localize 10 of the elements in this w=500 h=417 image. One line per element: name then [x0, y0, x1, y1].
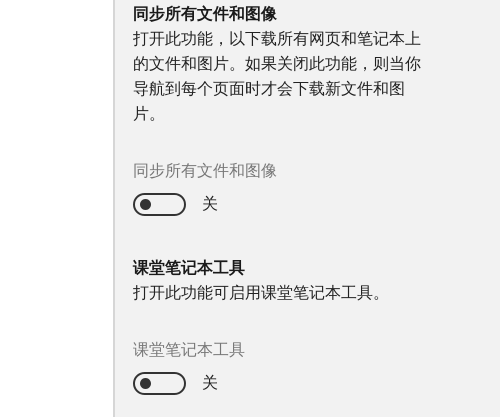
section-title: 课堂笔记本工具	[133, 257, 246, 279]
section-title: 同步所有文件和图像	[133, 3, 278, 25]
section-description: 打开此功能，以下载所有网页和笔记本上的文件和图片。如果关闭此功能，则当你导航到每个页面时才会下载新文件和图片。	[133, 28, 422, 125]
toggle-switch[interactable]	[133, 372, 186, 395]
toggle-switch[interactable]	[133, 193, 186, 216]
toggle-label: 课堂笔记本工具	[133, 339, 246, 361]
toggle-label: 同步所有文件和图像	[133, 160, 278, 182]
toggle-state: 关	[202, 373, 218, 394]
toggle-state: 关	[202, 194, 218, 215]
section-description: 打开此功能可启用课堂笔记本工具。	[133, 282, 390, 304]
